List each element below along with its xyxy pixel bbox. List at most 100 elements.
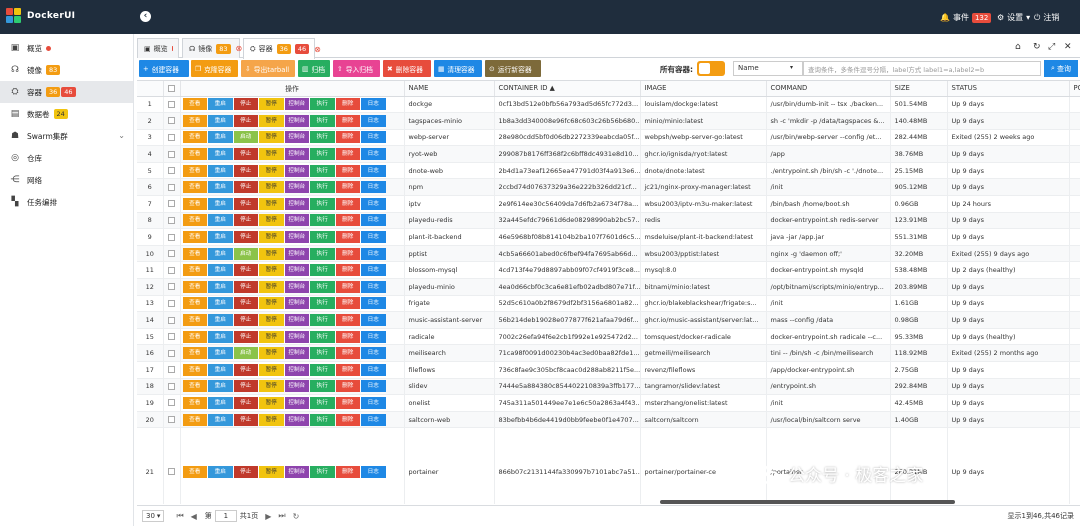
pause-button[interactable]: 暂停 (259, 297, 284, 310)
del-button[interactable]: 删除 (335, 247, 360, 260)
del-button[interactable]: 删除 (335, 214, 360, 227)
start-button[interactable]: 查看 (182, 380, 207, 393)
table-row[interactable]: 4 查看 重启 停止 暂停 控制台 执行 删除 日志 ryot-web 299087b8176ff3… (137, 145, 1080, 163)
exec-button[interactable]: 执行 (310, 363, 335, 376)
container-name[interactable]: slidev (404, 378, 495, 396)
first-page-icon[interactable]: ⏮ (176, 511, 183, 521)
console-button[interactable]: 控制台 (284, 148, 309, 161)
container-name[interactable]: tagspaces-minio (404, 112, 495, 130)
del-button[interactable]: 删除 (335, 164, 360, 177)
log-button[interactable]: 日志 (361, 148, 386, 161)
stop-button[interactable]: 停止 (233, 314, 258, 327)
table-row[interactable]: 14 查看 重启 停止 暂停 控制台 执行 删除 日志 music-assistant-serve… (137, 311, 1080, 329)
status-column-header[interactable]: STATUS (947, 81, 1070, 97)
table-row[interactable]: 2 查看 重启 停止 暂停 控制台 执行 删除 日志 tagspaces-minio 1b8a3dd… (137, 112, 1080, 130)
pause-button[interactable]: 暂停 (259, 380, 284, 393)
del-button[interactable]: 删除 (335, 413, 360, 426)
console-button[interactable]: 控制台 (284, 264, 309, 277)
table-row[interactable]: 7 查看 重启 停止 暂停 控制台 执行 删除 日志 iptv 2e9f614ee30c56409d… (137, 195, 1080, 213)
console-button[interactable]: 控制台 (284, 164, 309, 177)
log-button[interactable]: 日志 (361, 347, 386, 360)
exec-button[interactable]: 执行 (310, 297, 335, 310)
row-checkbox[interactable] (163, 129, 181, 147)
start-button[interactable]: 查看 (182, 148, 207, 161)
sidebar-item-overview[interactable]: ▣ 概览 (0, 37, 133, 59)
reload-icon[interactable]: ↻ (293, 512, 300, 521)
exec-button[interactable]: 执行 (310, 314, 335, 327)
search-button[interactable]: ⌕ 查询 (1044, 60, 1078, 77)
console-button[interactable]: 控制台 (284, 181, 309, 194)
del-button[interactable]: 删除 (335, 396, 360, 409)
log-button[interactable]: 日志 (361, 380, 386, 393)
console-button[interactable]: 控制台 (284, 465, 309, 478)
start-button[interactable]: 查看 (182, 347, 207, 360)
horizontal-scrollbar[interactable] (660, 500, 955, 504)
home-icon[interactable]: ⌂ (1015, 42, 1021, 52)
del-button[interactable]: 删除 (335, 297, 360, 310)
row-checkbox[interactable] (163, 162, 181, 180)
exec-button[interactable]: 执行 (310, 280, 335, 293)
log-button[interactable]: 日志 (361, 465, 386, 478)
console-button[interactable]: 控制台 (284, 98, 309, 111)
image-column-header[interactable]: IMAGE (640, 81, 767, 97)
table-row[interactable]: 12 查看 重启 停止 暂停 控制台 执行 删除 日志 playedu-minio 4ea0d66c… (137, 278, 1080, 296)
row-checkbox[interactable] (163, 212, 181, 230)
console-button[interactable]: 控制台 (284, 114, 309, 127)
delete-container-button[interactable]: ✖ 删除容器 (383, 60, 431, 77)
restart-button[interactable]: 重启 (208, 297, 233, 310)
log-button[interactable]: 日志 (361, 181, 386, 194)
start-button[interactable]: 查看 (182, 314, 207, 327)
table-row[interactable]: 17 查看 重启 停止 暂停 控制台 执行 删除 日志 fileflows 736c8fae9c30… (137, 361, 1080, 379)
pause-button[interactable]: 暂停 (259, 197, 284, 210)
stop-button[interactable]: 停止 (233, 363, 258, 376)
log-button[interactable]: 日志 (361, 247, 386, 260)
table-row[interactable]: 1 查看 重启 停止 暂停 控制台 执行 删除 日志 dockge 0cf13bd512e0bfb5… (137, 96, 1080, 114)
restart-button[interactable]: 重启 (208, 98, 233, 111)
log-button[interactable]: 日志 (361, 280, 386, 293)
table-row[interactable]: 20 查看 重启 停止 暂停 控制台 执行 删除 日志 saltcorn-web 83befbb4b… (137, 411, 1080, 429)
start-button[interactable]: 查看 (182, 396, 207, 409)
exec-button[interactable]: 执行 (310, 330, 335, 343)
sidebar-collapse-icon[interactable]: ‹ (140, 11, 151, 22)
restart-button[interactable]: 重启 (208, 280, 233, 293)
restart-button[interactable]: 重启 (208, 330, 233, 343)
start-button[interactable]: 查看 (182, 114, 207, 127)
pause-button[interactable]: 暂停 (259, 413, 284, 426)
pause-button[interactable]: 暂停 (259, 181, 284, 194)
row-checkbox[interactable] (163, 344, 181, 362)
log-button[interactable]: 日志 (361, 197, 386, 210)
table-row[interactable]: 13 查看 重启 停止 暂停 控制台 执行 删除 日志 frigate 52d5c610a0b2f8… (137, 295, 1080, 313)
row-checkbox[interactable] (163, 178, 181, 197)
stop-button[interactable]: 停止 (233, 297, 258, 310)
command-column-header[interactable]: COMMAND (766, 81, 891, 97)
container-name[interactable]: npm (404, 178, 495, 197)
row-checkbox[interactable] (163, 378, 181, 396)
container-name[interactable]: meilisearch (404, 344, 495, 362)
log-button[interactable]: 日志 (361, 164, 386, 177)
del-button[interactable]: 删除 (335, 380, 360, 393)
container-name[interactable]: portainer (404, 427, 495, 504)
start-button[interactable]: 查看 (182, 131, 207, 144)
logout-button[interactable]: ⏻ 注销 (1034, 12, 1059, 23)
exec-button[interactable]: 执行 (310, 347, 335, 360)
sidebar-item-volumes[interactable]: ▤ 数据卷 24 (0, 103, 133, 125)
row-checkbox[interactable] (163, 295, 181, 313)
page-size-select[interactable]: 30 ▾ (142, 510, 165, 522)
on-button[interactable]: 启动 (233, 347, 258, 360)
console-button[interactable]: 控制台 (284, 214, 309, 227)
container-name[interactable]: playedu-redis (404, 212, 495, 230)
ports-column-header[interactable]: PO (1069, 81, 1080, 97)
next-page-icon[interactable]: ▶ (265, 512, 271, 521)
tab-containers[interactable]: ⛭ 容器 36 46 ⊗ (243, 38, 321, 59)
on-button[interactable]: 启动 (233, 247, 258, 260)
log-button[interactable]: 日志 (361, 264, 386, 277)
stop-button[interactable]: 停止 (233, 114, 258, 127)
log-button[interactable]: 日志 (361, 114, 386, 127)
select-all-checkbox[interactable] (163, 81, 181, 97)
run-new-container-button[interactable]: ⊙ 运行新容器 (485, 60, 541, 77)
sidebar-item-images[interactable]: ☊ 镜像 83 (0, 59, 133, 81)
exec-button[interactable]: 执行 (310, 181, 335, 194)
exec-button[interactable]: 执行 (310, 197, 335, 210)
table-row[interactable]: 18 查看 重启 停止 暂停 控制台 执行 删除 日志 slidev 7444e5a884380c8… (137, 378, 1080, 396)
restart-button[interactable]: 重启 (208, 131, 233, 144)
